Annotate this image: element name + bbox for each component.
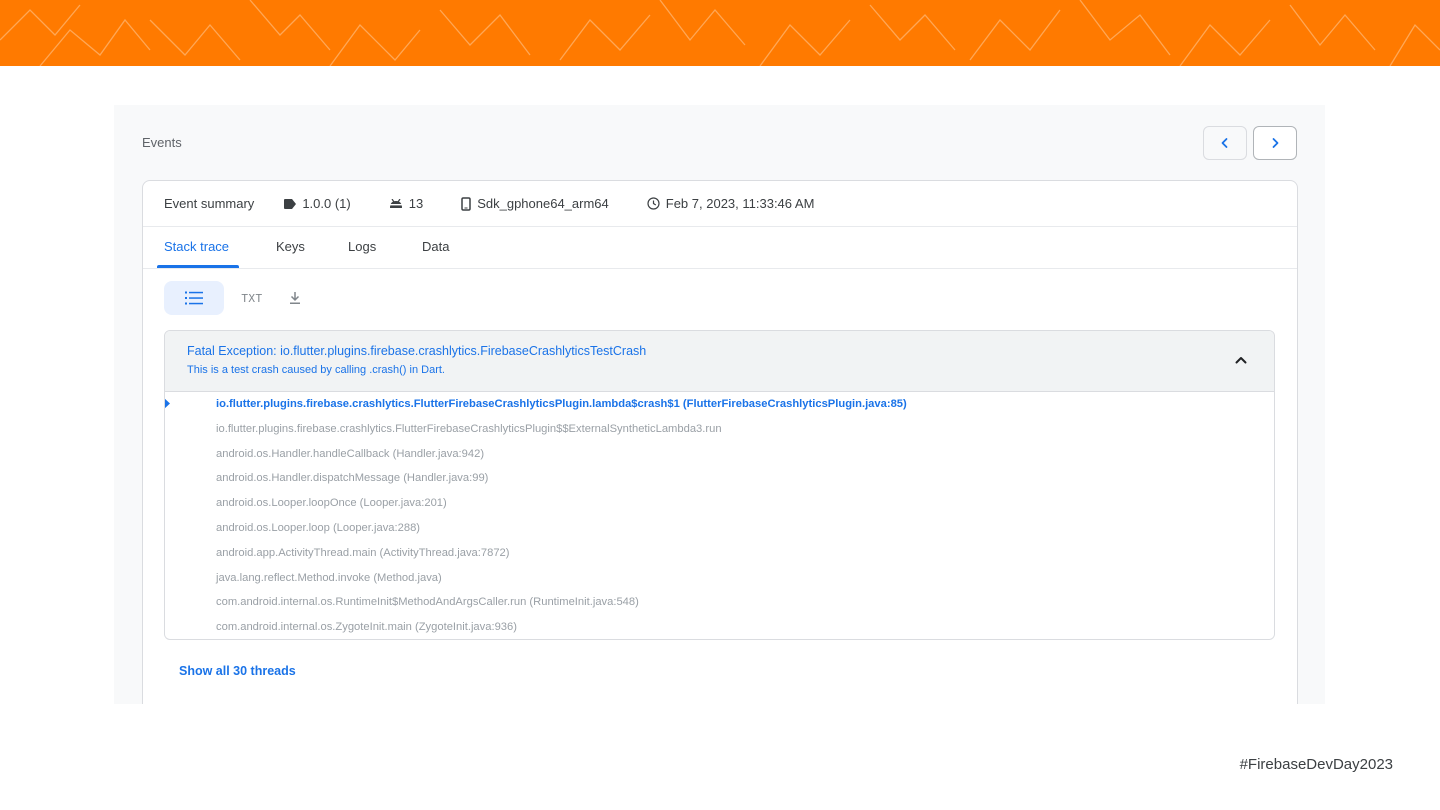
list-view-button[interactable] — [164, 281, 224, 315]
txt-view-button[interactable]: TXT — [224, 281, 280, 315]
device-model: Sdk_gphone64_arm64 — [461, 196, 609, 211]
stack-frame[interactable]: java.lang.reflect.Method.invoke (Method.… — [165, 566, 1274, 591]
exception-block: Fatal Exception: io.flutter.plugins.fire… — [164, 330, 1275, 640]
event-summary-label: Event summary — [164, 196, 255, 211]
show-all-threads-link[interactable]: Show all 30 threads — [179, 664, 296, 678]
tab-keys[interactable]: Keys — [276, 227, 305, 269]
clock-icon — [647, 197, 660, 210]
stack-frame[interactable]: android.os.Handler.dispatchMessage (Hand… — [165, 466, 1274, 491]
app-version: 1.0.0 (1) — [284, 196, 351, 211]
tab-logs[interactable]: Logs — [348, 227, 376, 269]
download-button[interactable] — [280, 281, 310, 315]
event-summary: Event summary 1.0.0 (1) 13 Sdk_gphone64_… — [143, 181, 1297, 227]
tab-data[interactable]: Data — [422, 227, 449, 269]
android-icon — [389, 198, 402, 208]
events-title: Events — [142, 135, 182, 150]
event-card: Event summary 1.0.0 (1) 13 Sdk_gphone64_… — [142, 180, 1298, 704]
previous-event-button[interactable] — [1203, 126, 1247, 160]
stack-frame[interactable]: android.app.ActivityThread.main (Activit… — [165, 541, 1274, 566]
event-hashtag: #FirebaseDevDay2023 — [1239, 756, 1393, 773]
chevron-right-icon — [1272, 138, 1279, 148]
stack-trace-toolbar: TXT — [164, 281, 310, 315]
stack-frame[interactable]: android.os.Handler.handleCallback (Handl… — [165, 442, 1274, 467]
stack-frame[interactable]: android.os.Looper.loopOnce (Looper.java:… — [165, 491, 1274, 516]
events-panel: Events Event summary 1.0.0 (1) 13 Sdk_gp… — [114, 105, 1325, 704]
stack-frame[interactable]: com.android.internal.os.RuntimeInit$Meth… — [165, 590, 1274, 615]
list-view-icon — [185, 291, 203, 305]
tag-icon — [284, 198, 297, 209]
event-tabs: Stack trace Keys Logs Data — [143, 227, 1297, 269]
event-timestamp-value: Feb 7, 2023, 11:33:46 AM — [665, 196, 815, 211]
stack-frame-text: io.flutter.plugins.firebase.crashlytics.… — [216, 398, 907, 410]
stack-frame[interactable]: android.os.Looper.loop (Looper.java:288) — [165, 516, 1274, 541]
download-icon — [290, 292, 300, 304]
os-version: 13 — [389, 196, 423, 211]
app-version-value: 1.0.0 (1) — [302, 196, 351, 211]
decorative-banner — [0, 0, 1440, 66]
exception-title: Fatal Exception: io.flutter.plugins.fire… — [187, 344, 647, 358]
chevron-up-icon[interactable] — [1234, 353, 1248, 367]
banner-pattern — [0, 0, 1440, 66]
phone-icon — [461, 196, 471, 211]
event-timestamp: Feb 7, 2023, 11:33:46 AM — [647, 196, 815, 211]
stack-frame[interactable]: com.android.internal.os.ZygoteInit.main … — [165, 615, 1274, 639]
active-tab-indicator — [157, 265, 239, 268]
chevron-left-icon — [1221, 138, 1228, 148]
exception-message: This is a test crash caused by calling .… — [187, 364, 445, 376]
device-model-value: Sdk_gphone64_arm64 — [477, 196, 609, 211]
stack-frame[interactable]: io.flutter.plugins.firebase.crashlytics.… — [165, 417, 1274, 442]
stack-frames: io.flutter.plugins.firebase.crashlytics.… — [165, 392, 1274, 639]
os-version-value: 13 — [408, 196, 424, 211]
tab-stack-trace[interactable]: Stack trace — [164, 227, 229, 269]
next-event-button[interactable] — [1253, 126, 1297, 160]
stack-frame[interactable]: io.flutter.plugins.firebase.crashlytics.… — [165, 392, 1274, 417]
current-frame-marker-icon — [165, 398, 170, 409]
exception-header[interactable]: Fatal Exception: io.flutter.plugins.fire… — [165, 331, 1274, 392]
